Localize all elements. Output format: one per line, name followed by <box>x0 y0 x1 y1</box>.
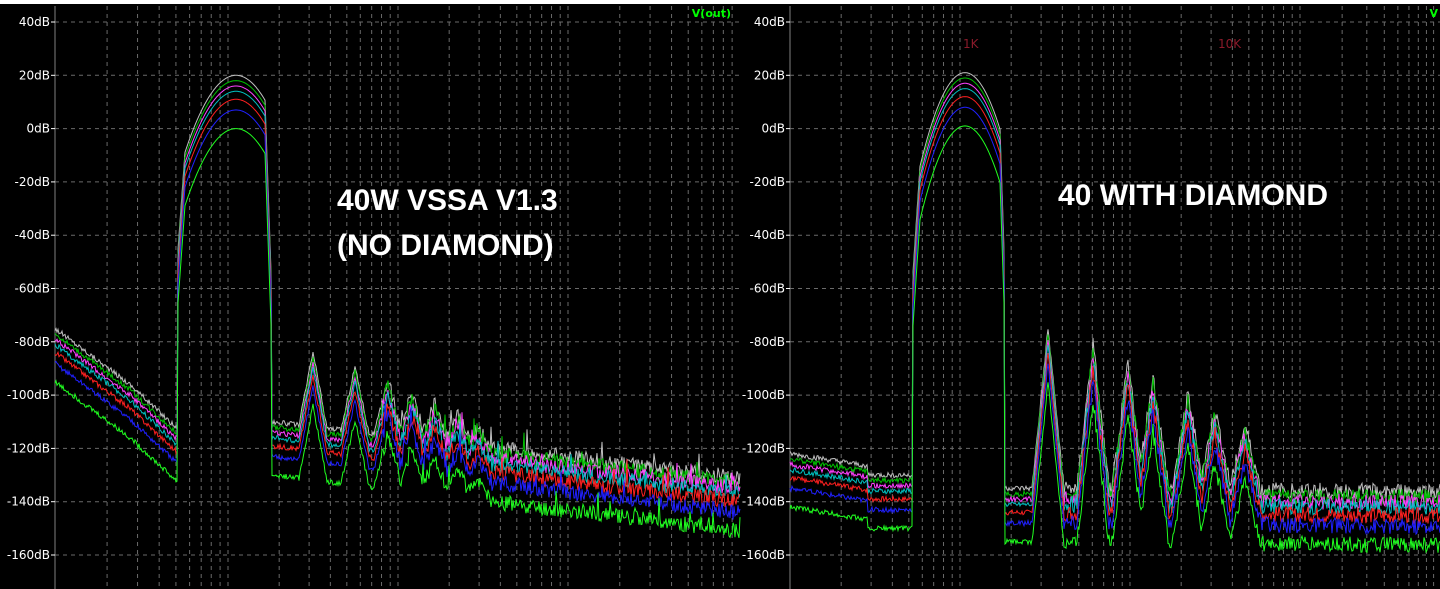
y-tick-label: 0dB <box>27 122 50 136</box>
y-tick-label: -60dB <box>750 282 785 296</box>
y-tick-label: -60dB <box>15 282 50 296</box>
y-tick-label: -120dB <box>742 441 785 455</box>
y-tick-label: -120dB <box>7 441 50 455</box>
y-tick-label: -40dB <box>15 228 50 242</box>
annotation-line-1: 40W VSSA V1.3 <box>337 184 558 217</box>
annotation-line-1: 40 WITH DIAMOND <box>1058 179 1328 212</box>
y-tick-label: -40dB <box>750 228 785 242</box>
cursor-label-10k: 10K <box>1218 37 1242 51</box>
y-tick-label: 20dB <box>754 68 785 82</box>
y-tick-label: -100dB <box>7 388 50 402</box>
y-tick-label: -100dB <box>742 388 785 402</box>
trace-label[interactable]: V <box>1429 7 1438 20</box>
cursor-label-1k: 1K <box>963 37 980 51</box>
annotation-line-2: (NO DIAMOND) <box>337 229 554 262</box>
left-spectrum-chart: 40dB 20dB 0dB -20dB -40dB -60dB -80dB -100dB -12… <box>7 6 741 589</box>
y-tick-label: -80dB <box>750 335 785 349</box>
spectrum-figure: 40dB 20dB 0dB -20dB -40dB -60dB -80dB -100dB -12… <box>0 0 1440 589</box>
y-tick-label: -160dB <box>7 548 50 562</box>
y-tick-label: -160dB <box>742 548 785 562</box>
y-tick-label: 0dB <box>762 122 785 136</box>
y-tick-label: 20dB <box>19 68 50 82</box>
right-spectrum-chart: 40dB 20dB 0dB -20dB -40dB -60dB -80dB -100dB -12… <box>742 6 1440 589</box>
y-tick-label: 40dB <box>19 15 50 29</box>
y-tick-label: -140dB <box>7 495 50 509</box>
y-tick-label: -20dB <box>750 175 785 189</box>
y-tick-label: 40dB <box>754 15 785 29</box>
y-tick-label: -80dB <box>15 335 50 349</box>
trace-label[interactable]: V(out) <box>692 7 731 20</box>
y-tick-label: -20dB <box>15 175 50 189</box>
y-tick-label: -140dB <box>742 495 785 509</box>
